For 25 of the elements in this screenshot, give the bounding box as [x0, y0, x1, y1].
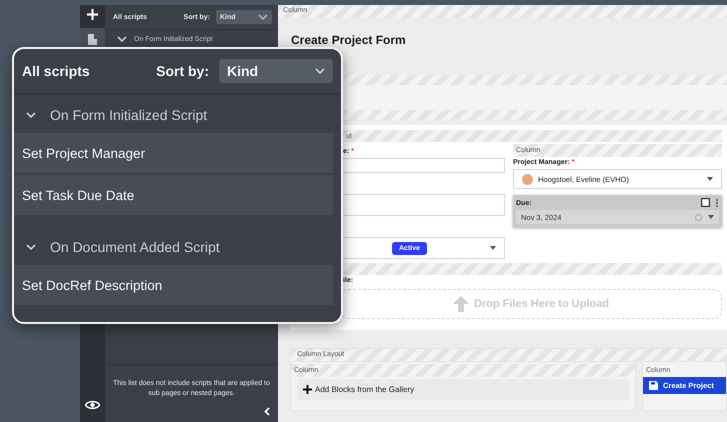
form-title: Create Project Form: [291, 33, 407, 47]
chevron-left-icon[interactable]: [264, 407, 270, 416]
sort-label: Sort by:: [156, 63, 209, 79]
chevron-down-icon[interactable]: [315, 68, 325, 74]
chevron-down-icon[interactable]: [117, 36, 127, 42]
checkbox-icon[interactable]: [701, 198, 710, 207]
caret-icon: [707, 177, 713, 181]
caret-icon: [708, 215, 714, 219]
script-item[interactable]: Set Project Manager: [14, 133, 333, 173]
avatar-icon: [522, 174, 533, 184]
document-icon[interactable]: [88, 34, 97, 44]
script-group-header[interactable]: On Form Initialized Script: [14, 99, 341, 131]
script-item[interactable]: Set DocRef Description: [14, 265, 333, 305]
plus-icon: [303, 385, 312, 394]
plus-icon[interactable]: [87, 9, 98, 20]
upload-arrow-icon: [452, 296, 469, 312]
chevron-down-icon[interactable]: [26, 244, 36, 250]
sort-select[interactable]: Kind: [219, 59, 333, 83]
add-blocks-button[interactable]: Add Blocks from the Gallery: [297, 379, 629, 400]
chevron-down-icon[interactable]: [26, 112, 36, 118]
panel-title: All scripts: [22, 63, 91, 79]
caret-icon: [490, 246, 496, 250]
script-item[interactable]: Set Task Due Date: [14, 175, 333, 215]
eye-icon[interactable]: [85, 400, 100, 410]
chevron-down-icon[interactable]: [258, 14, 268, 20]
